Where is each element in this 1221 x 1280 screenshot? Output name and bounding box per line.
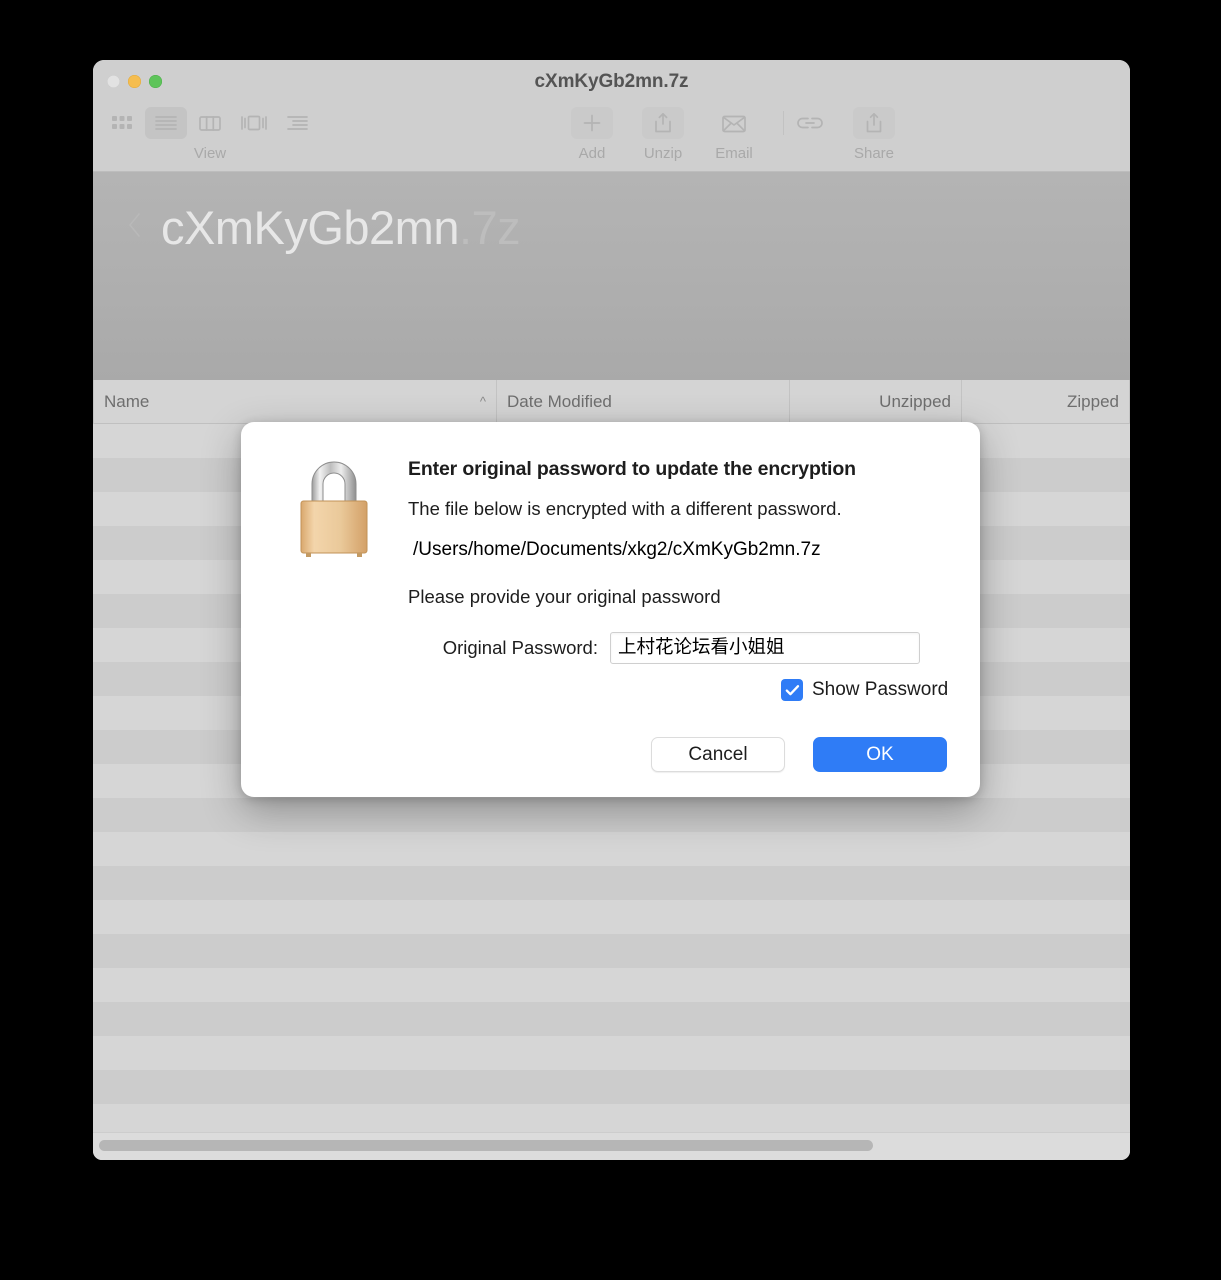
dialog-prompt: Please provide your original password <box>408 586 721 607</box>
list-row <box>93 832 1130 866</box>
password-dialog: Enter original password to update the en… <box>241 422 980 797</box>
show-password-label: Show Password <box>812 679 949 700</box>
column-view-button[interactable] <box>189 107 231 139</box>
email-label: Email <box>715 145 753 162</box>
password-input[interactable]: 上村花论坛看小姐姐 <box>610 632 920 664</box>
list-row <box>93 1070 1130 1104</box>
show-password-row[interactable]: Show Password <box>781 679 948 701</box>
list-row <box>93 1036 1130 1070</box>
share-button[interactable] <box>853 107 895 139</box>
toolbar-separator <box>783 111 784 135</box>
sort-ascending-icon: ^ <box>479 394 486 409</box>
list-row <box>93 900 1130 934</box>
dialog-file-path: /Users/home/Documents/xkg2/cXmKyGb2mn.7z <box>413 539 821 560</box>
scrollbar-thumb[interactable] <box>99 1140 873 1151</box>
plus-icon <box>583 114 601 132</box>
file-list-header: Name ^ Date Modified Unzipped Zipped <box>93 379 1130 424</box>
list-row <box>93 1104 1130 1132</box>
back-chevron-icon[interactable] <box>127 212 143 238</box>
horizontal-scrollbar[interactable] <box>93 1132 1130 1160</box>
gallery-view-button[interactable] <box>233 107 275 139</box>
outline-view-button[interactable] <box>277 107 319 139</box>
password-row: Original Password: 上村花论坛看小姐姐 <box>241 632 980 664</box>
email-button[interactable] <box>713 107 755 139</box>
column-header-unzipped[interactable]: Unzipped <box>790 379 962 424</box>
share-icon <box>866 112 882 133</box>
list-row <box>93 968 1130 1002</box>
column-header-zipped-label: Zipped <box>1067 391 1119 411</box>
padlock-icon <box>300 461 368 557</box>
column-header-name-label: Name <box>104 391 150 411</box>
archive-banner: cXmKyGb2mn.7z <box>93 172 1130 380</box>
password-label: Original Password: <box>442 637 598 658</box>
column-view-icon <box>199 116 221 131</box>
icon-view-icon <box>112 116 132 129</box>
link-button[interactable] <box>789 107 831 139</box>
column-header-name[interactable]: Name ^ <box>93 379 497 424</box>
dialog-title: Enter original password to update the en… <box>408 458 856 480</box>
banner-filename: cXmKyGb2mn.7z <box>161 200 521 255</box>
link-icon <box>797 117 823 129</box>
add-group: Add <box>571 102 613 162</box>
list-row <box>93 798 1130 832</box>
toolbar: View Add Unzip Email Share <box>93 102 1130 172</box>
dialog-subtitle: The file below is encrypted with a diffe… <box>408 498 842 519</box>
add-button[interactable] <box>571 107 613 139</box>
unzip-label: Unzip <box>643 145 683 162</box>
dialog-buttons: Cancel OK <box>651 737 947 772</box>
gallery-view-icon <box>241 115 267 131</box>
checkmark-icon <box>785 684 799 695</box>
share-label: Share <box>853 145 895 162</box>
list-view-icon <box>155 116 177 130</box>
show-password-checkbox[interactable] <box>781 679 803 701</box>
column-header-date-modified-label: Date Modified <box>507 391 612 411</box>
add-label: Add <box>578 145 606 162</box>
cancel-button[interactable]: Cancel <box>651 737 785 772</box>
column-header-zipped[interactable]: Zipped <box>962 379 1130 424</box>
list-row <box>93 1002 1130 1036</box>
banner-filename-base: cXmKyGb2mn <box>161 201 459 254</box>
column-header-date-modified[interactable]: Date Modified <box>497 379 790 424</box>
link-group <box>780 102 831 145</box>
view-group-label: View <box>193 145 227 162</box>
list-row <box>93 934 1130 968</box>
icon-view-button[interactable] <box>101 107 143 139</box>
window-titlebar: cXmKyGb2mn.7z View Add Unzip Email Share <box>93 60 1130 172</box>
unzip-group: Unzip <box>642 102 684 162</box>
banner-filename-ext: .7z <box>458 201 521 254</box>
column-header-unzipped-label: Unzipped <box>879 391 951 411</box>
outline-view-icon <box>287 116 308 130</box>
share-group: Share <box>853 102 895 162</box>
list-row <box>93 866 1130 900</box>
window-title: cXmKyGb2mn.7z <box>534 71 689 92</box>
ok-button[interactable]: OK <box>813 737 947 772</box>
email-group: Email <box>713 102 755 162</box>
unzip-button[interactable] <box>642 107 684 139</box>
envelope-icon <box>722 115 746 133</box>
unzip-icon <box>655 113 671 133</box>
view-group: View <box>101 102 319 162</box>
list-view-button[interactable] <box>145 107 187 139</box>
screen: cXmKyGb2mn.7z View Add Unzip Email Share… <box>0 0 1221 1280</box>
